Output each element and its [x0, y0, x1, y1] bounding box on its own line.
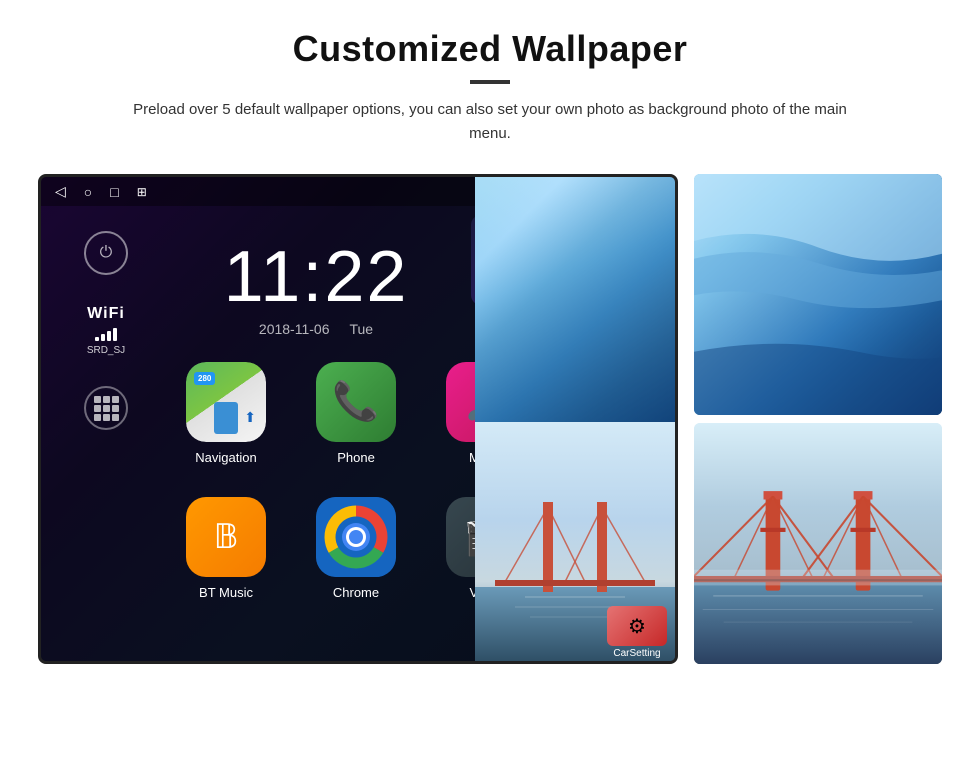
android-screen: ◁ ○ □ ⊞ ♦ ▾ 11:22 ⏻ WiFi	[38, 174, 678, 664]
nav-icon-bg: 280 ⬆	[186, 362, 266, 442]
clock-date: 2018-11-06	[259, 321, 330, 337]
home-nav-icon: ○	[84, 184, 92, 200]
grid-dot	[94, 405, 101, 412]
main-content: ◁ ○ □ ⊞ ♦ ▾ 11:22 ⏻ WiFi	[0, 174, 980, 664]
grid-dot	[112, 396, 119, 403]
nav-road	[214, 402, 238, 434]
phone-label: Phone	[337, 450, 375, 465]
chrome-icon-img	[316, 497, 396, 577]
right-wallpaper-panels	[694, 174, 942, 664]
power-button[interactable]: ⏻	[84, 231, 128, 275]
bt-icon-img: 𝔹	[186, 497, 266, 577]
grid-dot	[94, 414, 101, 421]
left-sidebar: ⏻ WiFi SRD_SJ	[41, 211, 171, 661]
wallpaper-preview-bridge[interactable]	[694, 423, 942, 664]
ice-texture	[694, 174, 942, 415]
clock-date-display: 2018-11-06 Tue	[259, 321, 373, 337]
carsetting-icon: ⚙	[607, 606, 667, 646]
status-bar-left: ◁ ○ □ ⊞	[55, 183, 147, 200]
app-bt-music[interactable]: 𝔹 BT Music	[171, 497, 281, 600]
wallpaper-panel-bottom[interactable]: ⚙ CarSetting	[475, 422, 675, 664]
wifi-bars	[87, 327, 125, 341]
grid-dot	[103, 396, 110, 403]
navigation-icon-img: 280 ⬆	[186, 362, 266, 442]
wallpaper-preview-ice[interactable]	[694, 174, 942, 415]
bt-music-label: BT Music	[199, 585, 253, 600]
navigation-label: Navigation	[195, 450, 256, 465]
nav-direction-icon: ⬆	[244, 409, 256, 426]
wifi-label: WiFi	[87, 305, 125, 323]
bluetooth-icon: 𝔹	[214, 517, 239, 557]
wifi-ssid: SRD_SJ	[87, 345, 125, 356]
grid-icon	[94, 396, 119, 421]
wifi-bar-2	[101, 334, 105, 341]
wallpaper-panel-top[interactable]	[475, 177, 675, 422]
ice-svg	[694, 174, 942, 415]
wifi-info: WiFi SRD_SJ	[87, 305, 125, 356]
phone-icon: 📞	[332, 380, 379, 424]
page-description: Preload over 5 default wallpaper options…	[115, 98, 865, 146]
page-header: Customized Wallpaper Preload over 5 defa…	[0, 0, 980, 164]
recents-nav-icon: □	[110, 184, 118, 200]
wifi-bar-1	[95, 337, 99, 341]
grid-dot	[103, 405, 110, 412]
back-nav-icon: ◁	[55, 183, 66, 200]
bridge-preview-svg	[694, 423, 942, 664]
carsetting-widget: ⚙ CarSetting	[607, 606, 667, 659]
clock-display: 11:22	[224, 241, 409, 313]
grid-dot	[112, 414, 119, 421]
page-title: Customized Wallpaper	[80, 28, 900, 70]
ice-overlay	[475, 177, 675, 422]
screenshot-nav-icon: ⊞	[137, 185, 147, 199]
clock-day: Tue	[349, 321, 373, 337]
phone-icon-img: 📞	[316, 362, 396, 442]
app-chrome[interactable]: Chrome	[301, 497, 411, 600]
power-icon: ⏻	[100, 244, 113, 262]
nav-badge: 280	[194, 372, 215, 385]
grid-dot	[94, 396, 101, 403]
chrome-icon-svg	[316, 497, 396, 577]
wifi-bar-4	[113, 328, 117, 341]
grid-dot	[103, 414, 110, 421]
carsetting-label: CarSetting	[607, 648, 667, 659]
apps-grid-button[interactable]	[84, 386, 128, 430]
wallpaper-overlay: ⚙ CarSetting	[475, 177, 675, 664]
grid-dot	[112, 405, 119, 412]
device-wrapper: ◁ ○ □ ⊞ ♦ ▾ 11:22 ⏻ WiFi	[38, 174, 678, 664]
app-navigation[interactable]: 280 ⬆ Navigation	[171, 362, 281, 465]
wifi-bar-3	[107, 331, 111, 341]
app-phone[interactable]: 📞 Phone	[301, 362, 411, 465]
title-divider	[470, 80, 510, 84]
chrome-label: Chrome	[333, 585, 379, 600]
carsetting-icon-symbol: ⚙	[628, 614, 646, 639]
clock-area: 11:22 2018-11-06 Tue	[171, 211, 461, 337]
